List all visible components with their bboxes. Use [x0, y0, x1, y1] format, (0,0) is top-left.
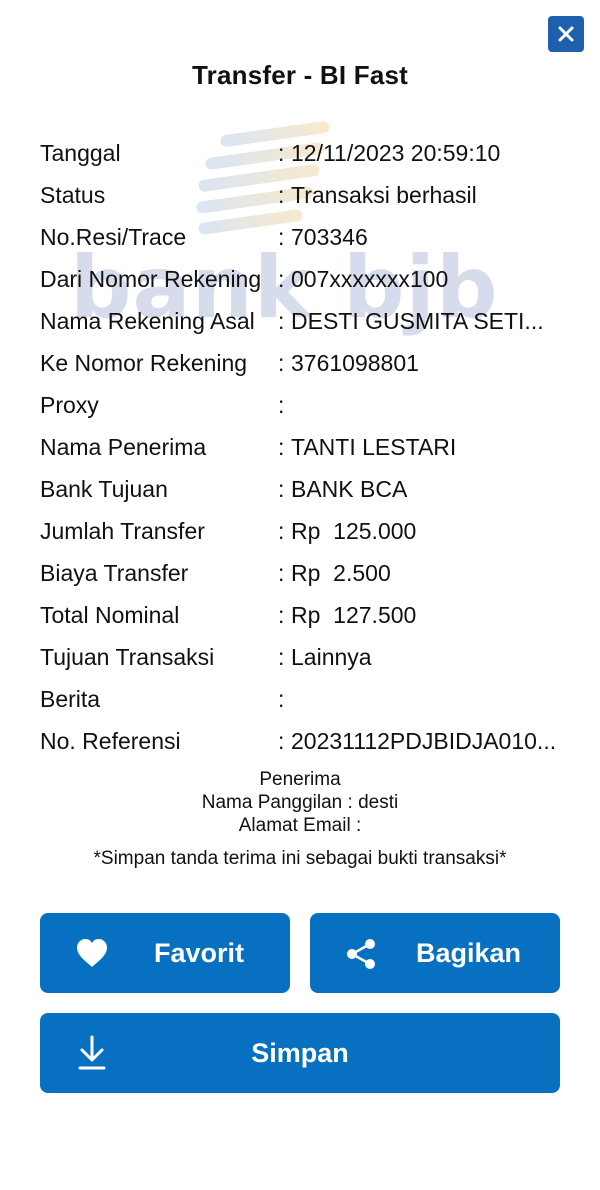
- detail-value: Rp 2.500: [291, 560, 391, 586]
- detail-separator: :: [278, 686, 285, 712]
- detail-separator: :: [278, 224, 285, 250]
- detail-row-destination-account: Ke Nomor Rekening : 3761098801: [40, 342, 570, 384]
- receiver-info: Penerima Nama Panggilan : desti Alamat E…: [0, 768, 600, 837]
- detail-label: Nama Rekening Asal: [40, 308, 255, 334]
- detail-row-transfer-fee: Biaya Transfer : Rp 2.500: [40, 552, 570, 594]
- detail-row-proxy: Proxy :: [40, 384, 570, 426]
- detail-separator: :: [278, 392, 285, 418]
- detail-row-trace: No.Resi/Trace : 703346: [40, 216, 570, 258]
- close-button[interactable]: [548, 16, 584, 52]
- detail-separator: :: [278, 182, 285, 208]
- detail-value: DESTI GUSMITA SETI...: [291, 308, 544, 334]
- detail-row-source-name: Nama Rekening Asal : DESTI GUSMITA SETI.…: [40, 300, 570, 342]
- detail-label: Biaya Transfer: [40, 560, 189, 586]
- save-button[interactable]: Simpan: [40, 1013, 560, 1093]
- detail-row-transfer-amount: Jumlah Transfer : Rp 125.000: [40, 510, 570, 552]
- detail-label: Total Nominal: [40, 602, 180, 628]
- receiver-email: Alamat Email :: [238, 815, 362, 836]
- detail-label: Bank Tujuan: [40, 476, 168, 502]
- save-button-label: Simpan: [251, 1038, 349, 1068]
- share-button-label: Bagikan: [416, 938, 522, 968]
- detail-label: Nama Penerima: [40, 434, 207, 460]
- detail-separator: :: [278, 476, 285, 502]
- detail-label: Dari Nomor Rekening: [40, 266, 262, 292]
- detail-row-source-account: Dari Nomor Rekening : 007xxxxxxx100: [40, 258, 570, 300]
- favorite-button-label: Favorit: [154, 938, 245, 968]
- receiver-heading: Penerima: [259, 769, 341, 790]
- detail-value: 007xxxxxxx100: [291, 266, 449, 292]
- detail-separator: :: [278, 644, 285, 670]
- detail-separator: :: [278, 560, 285, 586]
- detail-value: Transaksi berhasil: [291, 182, 477, 208]
- detail-separator: :: [278, 308, 285, 334]
- share-button[interactable]: Bagikan: [310, 913, 560, 993]
- detail-row-message: Berita :: [40, 678, 570, 720]
- detail-label: Berita: [40, 686, 101, 712]
- detail-value: 20231112PDJBIDJA010...: [291, 728, 557, 754]
- transaction-details: Tanggal : 12/11/2023 20:59:10 Status : T…: [40, 132, 570, 762]
- detail-value: TANTI LESTARI: [291, 434, 457, 460]
- detail-label: Status: [40, 182, 106, 208]
- share-icon: [344, 937, 378, 971]
- detail-separator: :: [278, 140, 285, 166]
- detail-separator: :: [278, 434, 285, 460]
- detail-label: Proxy: [40, 392, 99, 418]
- detail-label: No.Resi/Trace: [40, 224, 187, 250]
- detail-value: 12/11/2023 20:59:10: [291, 140, 501, 166]
- detail-value: BANK BCA: [291, 476, 408, 502]
- detail-label: Tanggal: [40, 140, 121, 166]
- detail-row-tanggal: Tanggal : 12/11/2023 20:59:10: [40, 132, 570, 174]
- detail-label: No. Referensi: [40, 728, 181, 754]
- receipt-note: *Simpan tanda terima ini sebagai bukti t…: [93, 848, 507, 869]
- detail-value: Lainnya: [291, 644, 372, 670]
- detail-separator: :: [278, 728, 285, 754]
- detail-row-reference: No. Referensi : 20231112PDJBIDJA010...: [40, 720, 570, 762]
- favorite-button[interactable]: Favorit: [40, 913, 290, 993]
- detail-label: Jumlah Transfer: [40, 518, 205, 544]
- receiver-nickname: Nama Panggilan : desti: [201, 792, 399, 813]
- detail-row-total: Total Nominal : Rp 127.500: [40, 594, 570, 636]
- detail-separator: :: [278, 518, 285, 544]
- detail-separator: :: [278, 602, 285, 628]
- detail-row-purpose: Tujuan Transaksi : Lainnya: [40, 636, 570, 678]
- detail-row-destination-bank: Bank Tujuan : BANK BCA: [40, 468, 570, 510]
- page-title: Transfer - BI Fast: [192, 60, 408, 90]
- close-icon: [558, 26, 574, 42]
- detail-label: Ke Nomor Rekening: [40, 350, 248, 376]
- detail-value: Rp 127.500: [291, 602, 417, 628]
- detail-separator: :: [278, 266, 285, 292]
- detail-value: 3761098801: [291, 350, 419, 376]
- detail-row-status: Status : Transaksi berhasil: [40, 174, 570, 216]
- detail-separator: :: [278, 350, 285, 376]
- detail-label: Tujuan Transaksi: [40, 644, 215, 670]
- detail-value: 703346: [291, 224, 368, 250]
- detail-value: Rp 125.000: [291, 518, 417, 544]
- heart-icon: [74, 935, 110, 971]
- detail-row-recipient-name: Nama Penerima : TANTI LESTARI: [40, 426, 570, 468]
